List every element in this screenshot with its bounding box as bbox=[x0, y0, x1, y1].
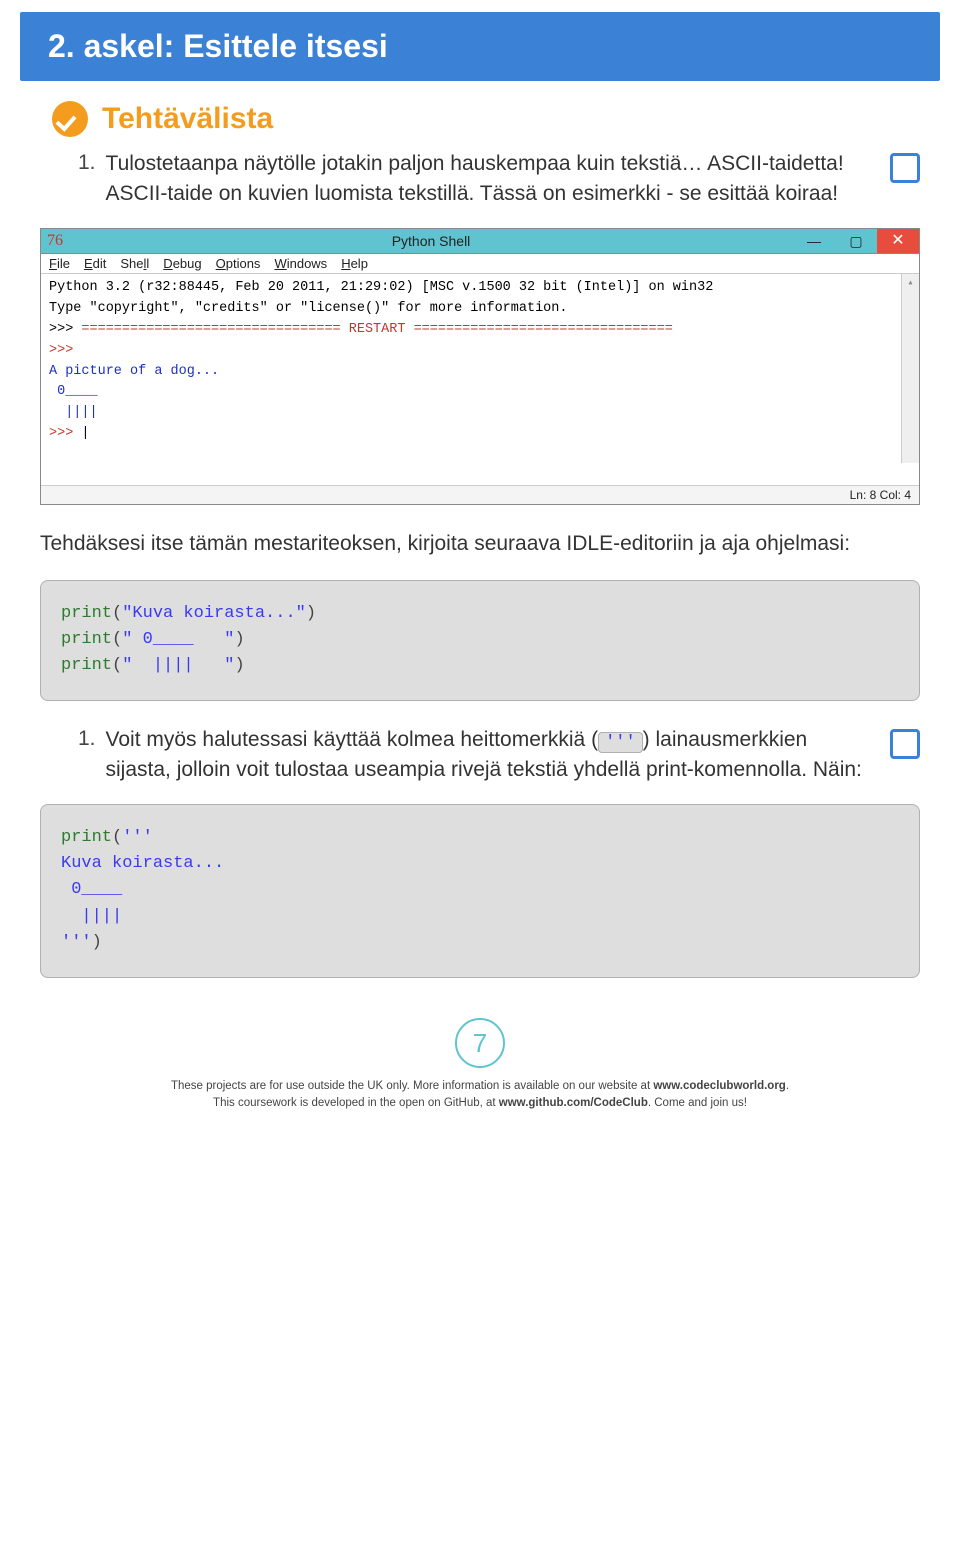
window-title: Python Shell bbox=[69, 229, 793, 253]
inline-code: ''' bbox=[598, 732, 643, 753]
shell-cursor: | bbox=[81, 426, 89, 441]
task-1: 1. Tulostetaanpa näytölle jotakin paljon… bbox=[78, 149, 920, 210]
status-bar: Ln: 8 Col: 4 bbox=[41, 485, 919, 504]
shell-line: Type "copyright", "credits" or "license(… bbox=[49, 301, 567, 316]
window-controls: — ▢ ✕ bbox=[793, 229, 919, 253]
app-icon: 76 bbox=[41, 232, 69, 250]
footer-text: These projects are for use outside the U… bbox=[171, 1080, 653, 1092]
menu-edit[interactable]: Edit bbox=[84, 256, 106, 271]
checklist-header: Tehtävälista bbox=[52, 101, 940, 137]
code-str: "Kuva koirasta..." bbox=[122, 604, 306, 623]
footer-text: . bbox=[786, 1080, 789, 1092]
check-icon bbox=[52, 101, 88, 137]
footer-link: www.codeclubworld.org bbox=[653, 1080, 785, 1092]
task-checkbox[interactable] bbox=[890, 729, 920, 759]
footer-text: . Come and join us! bbox=[648, 1097, 747, 1109]
menu-file[interactable]: File bbox=[49, 256, 70, 271]
code-block-1: print("Kuva koirasta...") print(" 0____ … bbox=[40, 580, 920, 701]
page-footer: 7 These projects are for use outside the… bbox=[0, 1018, 960, 1113]
code-str: 0____ bbox=[61, 880, 122, 899]
code-block-2: print(''' Kuva koirasta... 0____ |||| ''… bbox=[40, 804, 920, 978]
code-kw: print bbox=[61, 604, 112, 623]
shell-prompt: >>> bbox=[49, 322, 81, 337]
footer-line-2: This coursework is developed in the open… bbox=[0, 1095, 960, 1112]
scrollbar[interactable] bbox=[901, 274, 919, 463]
task-text: Voit myös halutessasi käyttää kolmea hei… bbox=[106, 725, 870, 786]
menu-help[interactable]: Help bbox=[341, 256, 368, 271]
code-str: " 0____ " bbox=[122, 630, 234, 649]
code-str: " |||| " bbox=[122, 656, 234, 675]
shell-output-line: 0____ bbox=[49, 384, 98, 399]
task-number: 1. bbox=[78, 151, 96, 175]
task-checkbox[interactable] bbox=[890, 153, 920, 183]
page-number: 7 bbox=[455, 1018, 505, 1068]
task-number: 1. bbox=[78, 727, 96, 751]
code-kw: print bbox=[61, 656, 112, 675]
step-title: 2. askel: Esittele itsesi bbox=[20, 12, 940, 81]
python-shell-window: 76 Python Shell — ▢ ✕ File Edit Shell De… bbox=[40, 228, 920, 505]
shell-output-line: |||| bbox=[49, 405, 98, 420]
close-button[interactable]: ✕ bbox=[877, 229, 919, 253]
shell-line: Python 3.2 (r32:88445, Feb 20 2011, 21:2… bbox=[49, 280, 713, 295]
shell-output-line: A picture of a dog... bbox=[49, 364, 219, 379]
task-text: Tulostetaanpa näytölle jotakin paljon ha… bbox=[106, 149, 870, 210]
code-str: ''' bbox=[122, 828, 153, 847]
menu-shell[interactable]: Shell bbox=[120, 256, 149, 271]
minimize-button[interactable]: — bbox=[793, 229, 835, 253]
menu-options[interactable]: Options bbox=[216, 256, 261, 271]
footer-line-1: These projects are for use outside the U… bbox=[0, 1078, 960, 1095]
shell-restart: ================================ bbox=[81, 322, 340, 337]
checklist-title: Tehtävälista bbox=[102, 102, 273, 136]
code-kw: print bbox=[61, 828, 112, 847]
task-text-a: Voit myös halutessasi käyttää kolmea hei… bbox=[106, 728, 599, 751]
code-str: ''' bbox=[61, 933, 92, 952]
task-2: 1. Voit myös halutessasi käyttää kolmea … bbox=[78, 725, 920, 786]
menu-debug[interactable]: Debug bbox=[163, 256, 201, 271]
menu-bar: File Edit Shell Debug Options Windows He… bbox=[41, 254, 919, 274]
window-titlebar: 76 Python Shell — ▢ ✕ bbox=[41, 229, 919, 254]
maximize-button[interactable]: ▢ bbox=[835, 229, 877, 253]
shell-output[interactable]: Python 3.2 (r32:88445, Feb 20 2011, 21:2… bbox=[41, 274, 919, 485]
code-str: |||| bbox=[61, 907, 122, 926]
code-str: Kuva koirasta... bbox=[61, 854, 224, 873]
shell-prompt: >>> bbox=[49, 426, 81, 441]
footer-text: This coursework is developed in the open… bbox=[213, 1097, 499, 1109]
shell-restart: RESTART bbox=[341, 322, 414, 337]
footer-link: www.github.com/CodeClub bbox=[499, 1097, 648, 1109]
menu-windows[interactable]: Windows bbox=[274, 256, 327, 271]
shell-prompt: >>> bbox=[49, 343, 73, 358]
paragraph: Tehdäksesi itse tämän mestariteoksen, ki… bbox=[40, 529, 920, 559]
shell-restart: ================================ bbox=[414, 322, 673, 337]
code-kw: print bbox=[61, 630, 112, 649]
